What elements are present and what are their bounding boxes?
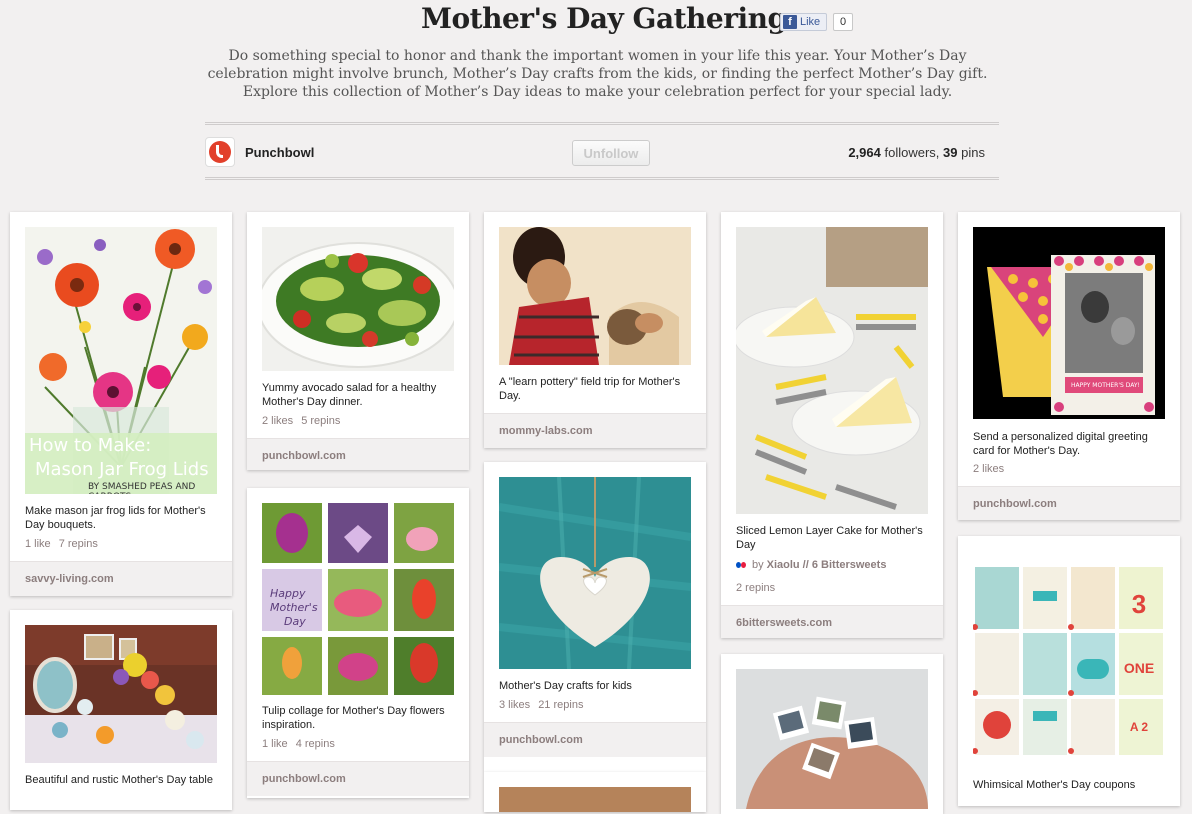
- pin-stats: 2 likes 5 repins: [262, 415, 348, 427]
- pin-description: Yummy avocado salad for a healthy Mother…: [262, 382, 437, 408]
- unfollow-button[interactable]: Unfollow: [572, 140, 650, 166]
- pin-description: Sliced Lemon Layer Cake for Mother's Day: [736, 525, 923, 551]
- user-avatar-icon: [736, 562, 746, 568]
- pin-description: Make mason jar frog lids for Mother's Da…: [25, 505, 206, 531]
- pin-card-rustic-table[interactable]: Beautiful and rustic Mother's Day table: [10, 610, 232, 810]
- pin-source[interactable]: mommy-labs.com: [484, 413, 706, 448]
- pin-description: Whimsical Mother's Day coupons: [973, 779, 1136, 791]
- pin-source[interactable]: savvy-living.com: [10, 561, 232, 596]
- svg-text:3: 3: [1132, 589, 1146, 619]
- attribution-user-link[interactable]: Xiaolu // 6 Bittersweets: [767, 559, 887, 571]
- pin-image[interactable]: [499, 227, 691, 365]
- owner-name-link[interactable]: Punchbowl: [245, 145, 314, 160]
- pin-card-greeting-card[interactable]: HAPPY MOTHER'S DAY! Send a personalized …: [958, 212, 1180, 520]
- pin-image[interactable]: [736, 669, 928, 809]
- pin-image[interactable]: [499, 477, 691, 669]
- pin-attribution: by Xiaolu // 6 Bittersweets: [736, 559, 886, 571]
- repins-count[interactable]: 5 repins: [301, 415, 340, 427]
- board-description: Do something special to honor and thank …: [207, 48, 988, 100]
- pin-card-heart-craft[interactable]: Mother's Day crafts for kids 3 likes 21 r…: [484, 462, 706, 772]
- repins-count[interactable]: 7 repins: [59, 538, 98, 550]
- likes-count[interactable]: 2 likes: [262, 415, 293, 427]
- likes-count[interactable]: 3 likes: [499, 699, 530, 711]
- pin-stats: 1 like 7 repins: [25, 538, 106, 550]
- pin-source[interactable]: punchbowl.com: [484, 722, 706, 757]
- owner-avatar[interactable]: [205, 137, 235, 167]
- overlay-card-line2: Mother's: [270, 601, 318, 614]
- pin-card-coupons[interactable]: 3 ONE A 2 Whimsical Mother's Day coupons: [958, 536, 1180, 806]
- pin-image[interactable]: HAPPY MOTHER'S DAY!: [973, 227, 1165, 419]
- pin-stats: 2 likes: [973, 463, 1012, 475]
- like-count: 0: [833, 13, 853, 31]
- pin-card-tulip-collage[interactable]: Happy Mother's Day Tulip collage for Mot…: [247, 488, 469, 798]
- pin-stats: 2 repins: [736, 582, 783, 594]
- pins-label: pins: [961, 145, 985, 160]
- pin-card-partial[interactable]: [484, 772, 706, 812]
- pin-description: Tulip collage for Mother's Day flowers i…: [262, 705, 445, 731]
- followers-count[interactable]: 2,964: [848, 145, 881, 160]
- repins-count[interactable]: 4 repins: [296, 738, 335, 750]
- pin-card-avocado-salad[interactable]: Yummy avocado salad for a healthy Mother…: [247, 212, 469, 470]
- pin-description: Send a personalized digital greeting car…: [973, 431, 1148, 457]
- pin-description: Beautiful and rustic Mother's Day table: [25, 774, 213, 786]
- overlay-title-line2: Mason Jar Frog Lids: [35, 459, 209, 480]
- likes-count[interactable]: 2 likes: [973, 463, 1004, 475]
- likes-count[interactable]: 1 like: [25, 538, 51, 550]
- pin-image[interactable]: 3 ONE A 2: [973, 551, 1165, 761]
- svg-text:A 2: A 2: [1130, 720, 1149, 734]
- overlay-card-line1: Happy: [270, 587, 306, 600]
- board-owner-bar: Punchbowl Unfollow 2,964 followers, 39 p…: [205, 122, 999, 180]
- pin-description: A "learn pottery" field trip for Mother'…: [499, 376, 681, 402]
- repins-count[interactable]: 21 repins: [538, 699, 583, 711]
- overlay-credit: BY SMASHED PEAS AND CARROTS: [88, 482, 196, 494]
- overlay-title-line1: How to Make:: [29, 435, 152, 456]
- pin-card-mason-jar[interactable]: How to Make: Mason Jar Frog Lids BY SMAS…: [10, 212, 232, 596]
- facebook-icon: f: [783, 15, 797, 29]
- svg-text:ONE: ONE: [1124, 660, 1154, 676]
- punchbowl-logo-icon: [209, 141, 231, 163]
- followers-label: followers,: [884, 145, 940, 160]
- pin-stats: 1 like 4 repins: [262, 738, 343, 750]
- pin-card-photo-magnets[interactable]: [721, 654, 943, 814]
- pin-image[interactable]: How to Make: Mason Jar Frog Lids BY SMAS…: [25, 227, 217, 494]
- pin-image[interactable]: [262, 227, 454, 371]
- board-title: Mother's Day Gatherings: [421, 2, 802, 35]
- pin-source[interactable]: 6bittersweets.com: [721, 605, 943, 638]
- pin-card-lemon-cake[interactable]: Sliced Lemon Layer Cake for Mother's Day…: [721, 212, 943, 638]
- facebook-like-button[interactable]: f Like: [780, 13, 827, 31]
- attribution-by: by: [752, 559, 764, 571]
- likes-count[interactable]: 1 like: [262, 738, 288, 750]
- board-stats: 2,964 followers, 39 pins: [848, 145, 985, 160]
- pin-source[interactable]: punchbowl.com: [247, 438, 469, 470]
- pin-image[interactable]: [25, 625, 217, 763]
- pin-card-pottery[interactable]: A "learn pottery" field trip for Mother'…: [484, 212, 706, 448]
- pin-image[interactable]: [736, 227, 928, 514]
- like-label: Like: [800, 16, 821, 28]
- card-text: HAPPY MOTHER'S DAY!: [1071, 382, 1140, 389]
- pins-count: 39: [943, 145, 958, 160]
- overlay-card-line3: Day: [284, 615, 306, 628]
- pin-description: Mother's Day crafts for kids: [499, 680, 632, 692]
- pin-source[interactable]: punchbowl.com: [958, 486, 1180, 520]
- board-header: Mother's Day Gatherings f Like 0: [0, 2, 1192, 40]
- repins-count[interactable]: 2 repins: [736, 582, 775, 594]
- pin-image[interactable]: Happy Mother's Day: [262, 503, 454, 695]
- pin-stats: 3 likes 21 repins: [499, 699, 591, 711]
